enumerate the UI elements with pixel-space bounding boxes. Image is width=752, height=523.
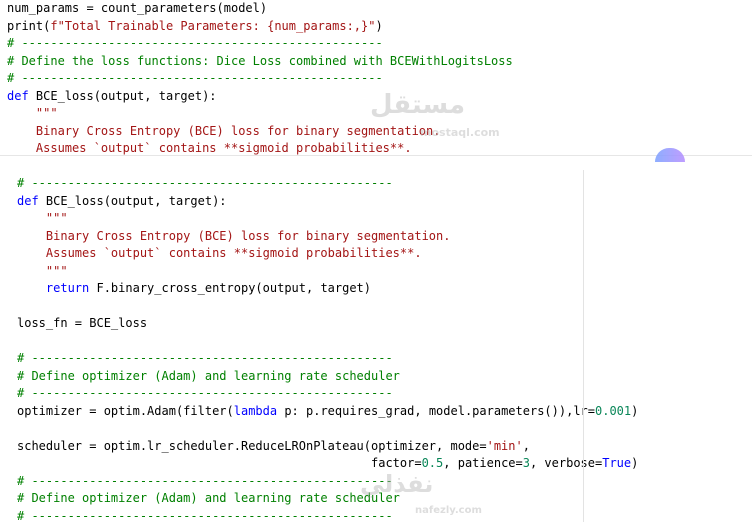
code-line[interactable]: Binary Cross Entropy (BCE) loss for bina… — [7, 123, 440, 140]
code-token: num_params = count_parameters(model) — [7, 1, 267, 15]
code-token: 3 — [523, 456, 530, 470]
code-line[interactable]: factor=0.5, patience=3, verbose=True) — [17, 455, 638, 472]
code-token: """ — [17, 211, 68, 225]
code-line[interactable]: Assumes `output` contains **sigmoid prob… — [7, 140, 412, 155]
code-editor-bottom[interactable]: # --------------------------------------… — [0, 155, 752, 523]
code-token: """ — [7, 106, 58, 120]
code-line[interactable]: # --------------------------------------… — [17, 175, 393, 192]
code-token: return — [17, 281, 89, 295]
code-line[interactable]: def BCE_loss(output, target): — [7, 88, 217, 105]
code-token: # --------------------------------------… — [17, 351, 393, 365]
code-line[interactable]: def BCE_loss(output, target): — [17, 193, 227, 210]
code-token: F.binary_cross_entropy(output, target) — [89, 281, 371, 295]
code-line[interactable]: num_params = count_parameters(model) — [7, 0, 267, 17]
code-token: # --------------------------------------… — [17, 474, 393, 488]
code-token: True — [602, 456, 631, 470]
code-token: # --------------------------------------… — [17, 176, 393, 190]
code-token: 0.001 — [595, 404, 631, 418]
code-token: factor= — [17, 456, 422, 470]
code-token: scheduler = optim.lr_scheduler.ReduceLRO… — [17, 439, 487, 453]
code-token: # --------------------------------------… — [17, 509, 393, 523]
code-line[interactable]: Binary Cross Entropy (BCE) loss for bina… — [17, 228, 450, 245]
code-line[interactable]: # --------------------------------------… — [7, 35, 383, 52]
code-line[interactable]: # --------------------------------------… — [17, 385, 393, 402]
code-line[interactable]: # --------------------------------------… — [17, 350, 393, 367]
code-token: Binary Cross Entropy (BCE) loss for bina… — [17, 229, 450, 243]
code-line[interactable]: """ — [17, 263, 68, 280]
code-line[interactable]: scheduler = optim.lr_scheduler.ReduceLRO… — [17, 438, 530, 455]
editor-ruler — [583, 170, 584, 522]
code-token: p: p.requires_grad, model.parameters()),… — [277, 404, 595, 418]
code-token: # --------------------------------------… — [17, 386, 393, 400]
code-token: """ — [17, 264, 68, 278]
code-editor-top[interactable]: num_params = count_parameters(model)prin… — [0, 0, 752, 155]
code-token: Assumes `output` contains **sigmoid prob… — [17, 246, 422, 260]
code-token: loss_fn = BCE_loss — [17, 316, 147, 330]
code-line[interactable]: return F.binary_cross_entropy(output, ta… — [17, 280, 371, 297]
code-token: def — [7, 89, 29, 103]
code-token: BCE_loss(output, target): — [29, 89, 217, 103]
code-token: , — [523, 439, 530, 453]
code-token: # Define optimizer (Adam) and learning r… — [17, 369, 400, 383]
code-line[interactable]: optimizer = optim.Adam(filter(lambda p: … — [17, 403, 638, 420]
code-line[interactable]: print(f"Total Trainable Parameters: {num… — [7, 18, 383, 35]
code-line[interactable]: # --------------------------------------… — [17, 473, 393, 490]
code-line[interactable]: # Define optimizer (Adam) and learning r… — [17, 368, 400, 385]
code-token: optimizer = optim.Adam(filter( — [17, 404, 234, 418]
code-token: # Define the loss functions: Dice Loss c… — [7, 54, 513, 68]
code-token: Assumes `output` contains **sigmoid prob… — [7, 141, 412, 155]
code-token: 0.5 — [422, 456, 444, 470]
code-token: # --------------------------------------… — [7, 71, 383, 85]
code-token: lambda — [234, 404, 277, 418]
code-line[interactable]: Assumes `output` contains **sigmoid prob… — [17, 245, 422, 262]
code-token: print( — [7, 19, 50, 33]
code-line[interactable]: # Define the loss functions: Dice Loss c… — [7, 53, 513, 70]
code-token: Binary Cross Entropy (BCE) loss for bina… — [7, 124, 440, 138]
code-token: ) — [631, 456, 638, 470]
code-line[interactable]: # --------------------------------------… — [7, 70, 383, 87]
code-token: ) — [631, 404, 638, 418]
code-token: f"Total Trainable Parameters: {num_param… — [50, 19, 375, 33]
code-token: 'min' — [487, 439, 523, 453]
code-line[interactable]: """ — [17, 210, 68, 227]
code-token: def — [17, 194, 39, 208]
code-token: BCE_loss(output, target): — [39, 194, 227, 208]
code-token: , patience= — [443, 456, 522, 470]
code-token: # --------------------------------------… — [7, 36, 383, 50]
code-line[interactable]: # Define optimizer (Adam) and learning r… — [17, 490, 400, 507]
code-token: , verbose= — [530, 456, 602, 470]
code-token: # Define optimizer (Adam) and learning r… — [17, 491, 400, 505]
code-token: ) — [375, 19, 382, 33]
code-line[interactable]: # --------------------------------------… — [17, 508, 393, 523]
code-line[interactable]: loss_fn = BCE_loss — [17, 315, 147, 332]
code-line[interactable]: """ — [7, 105, 58, 122]
